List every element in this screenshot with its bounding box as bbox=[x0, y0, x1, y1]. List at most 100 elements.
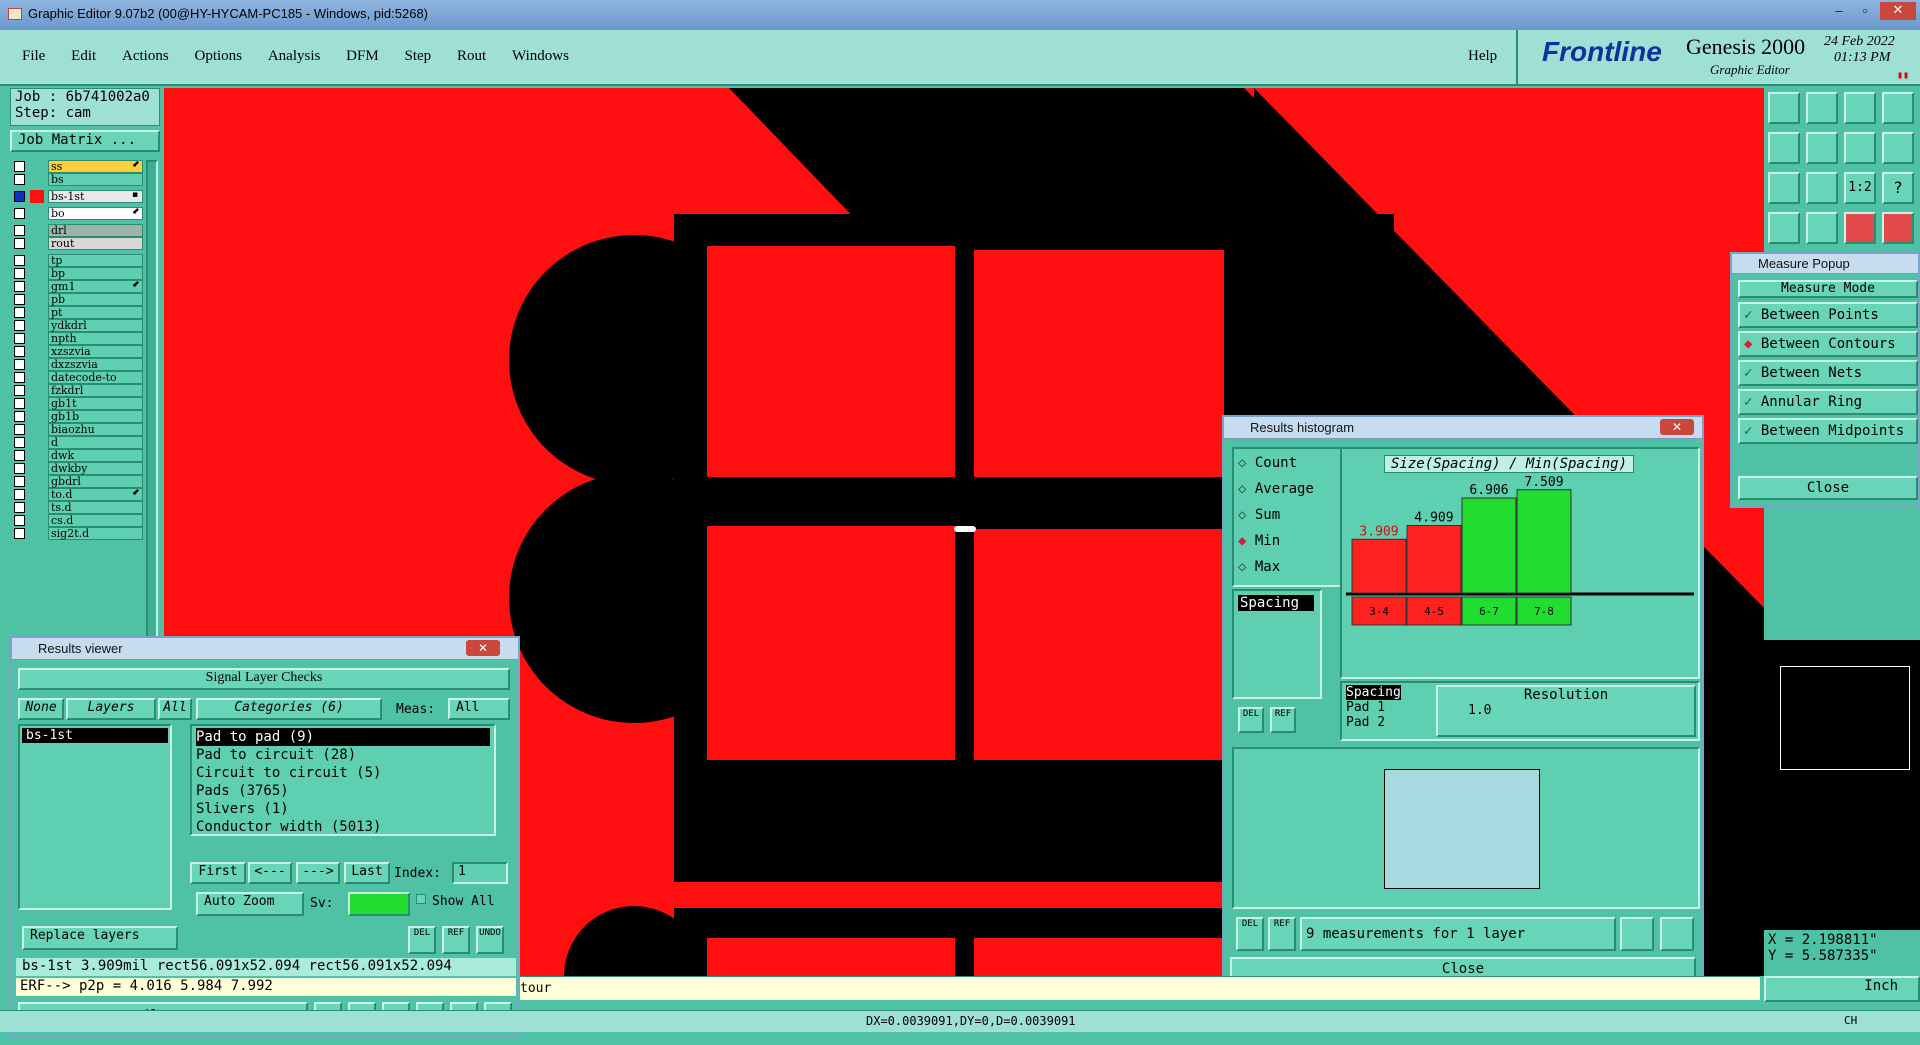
layer-row-drl[interactable]: drl bbox=[12, 224, 143, 237]
layer-result-item[interactable]: bs-1st bbox=[22, 728, 168, 743]
rv-undo-icon[interactable]: UNDO bbox=[476, 926, 504, 954]
layer-row-gbdrl[interactable]: gbdrl bbox=[12, 475, 143, 488]
histogram-ref-icon[interactable]: REF bbox=[1270, 707, 1296, 733]
measure-icon[interactable] bbox=[1768, 212, 1800, 244]
layer-checkbox[interactable] bbox=[14, 450, 25, 461]
layer-row-gb1b[interactable]: gb1b bbox=[12, 410, 143, 423]
category-item[interactable]: Conductor width (5013) bbox=[196, 818, 490, 836]
flip-icon[interactable] bbox=[1844, 132, 1876, 164]
category-item[interactable]: Circuit to circuit (5) bbox=[196, 764, 490, 782]
rv-ref-icon[interactable]: REF bbox=[442, 926, 470, 954]
fit-icon[interactable] bbox=[1768, 172, 1800, 204]
job-matrix-button[interactable]: Job Matrix ... bbox=[10, 130, 160, 152]
layer-checkbox[interactable] bbox=[14, 476, 25, 487]
layer-row-pt[interactable]: pt bbox=[12, 306, 143, 319]
histogram-option[interactable]: ◇ Count bbox=[1238, 455, 1297, 471]
layer-row-bo[interactable]: bo ⬋ bbox=[12, 207, 143, 220]
histogram-action1-icon[interactable] bbox=[1620, 917, 1654, 951]
layer-row-datecode-to[interactable]: datecode-to bbox=[12, 371, 143, 384]
menu-dfm[interactable]: DFM bbox=[346, 48, 379, 64]
layer-checkbox[interactable] bbox=[14, 385, 25, 396]
layer-checkbox[interactable] bbox=[14, 208, 25, 219]
layer-row-dwkby[interactable]: dwkby bbox=[12, 462, 143, 475]
table-item-spacing[interactable]: Spacing bbox=[1346, 685, 1401, 700]
layer-row-gm1[interactable]: gm1 ⬋ bbox=[12, 280, 143, 293]
layer-row-ydkdrl[interactable]: ydkdrl bbox=[12, 319, 143, 332]
index-input[interactable]: 1 bbox=[452, 862, 508, 884]
histogram-close-icon[interactable]: ✕ bbox=[1660, 419, 1694, 435]
layer-checkbox[interactable] bbox=[14, 161, 25, 172]
histogram-action2-icon[interactable] bbox=[1660, 917, 1694, 951]
one-to-one-icon[interactable]: 1:2 bbox=[1844, 172, 1876, 204]
net-highlight2-icon[interactable] bbox=[1882, 212, 1914, 244]
layer-row-tp[interactable]: tp bbox=[12, 254, 143, 267]
menu-step[interactable]: Step bbox=[405, 48, 432, 64]
measure-option[interactable]: ✓ Annular Ring bbox=[1738, 389, 1918, 415]
layer-checkbox[interactable] bbox=[14, 398, 25, 409]
replace-layers-dropdown[interactable]: Replace layers bbox=[22, 926, 178, 950]
zoom-window-icon[interactable] bbox=[1882, 92, 1914, 124]
histogram-del2-icon[interactable]: DEL bbox=[1236, 917, 1264, 951]
meas-dropdown[interactable]: All bbox=[448, 698, 510, 720]
close-window-button[interactable]: ✕ bbox=[1880, 2, 1916, 20]
layer-row-ts-d[interactable]: ts.d bbox=[12, 501, 143, 514]
none-button[interactable]: None bbox=[18, 698, 64, 720]
layer-checkbox[interactable] bbox=[14, 437, 25, 448]
layer-checkbox[interactable] bbox=[14, 359, 25, 370]
measure-option[interactable]: ✓ Between Points bbox=[1738, 302, 1918, 328]
layer-row-to-d[interactable]: to.d ⬋ bbox=[12, 488, 143, 501]
prev-button[interactable]: <--- bbox=[248, 862, 292, 884]
fit-all-icon[interactable] bbox=[1806, 172, 1838, 204]
layer-checkbox[interactable] bbox=[14, 346, 25, 357]
menu-analysis[interactable]: Analysis bbox=[268, 48, 321, 64]
layer-checkbox[interactable] bbox=[14, 515, 25, 526]
category-item[interactable]: Pads (3765) bbox=[196, 782, 490, 800]
layers-button[interactable]: Layers bbox=[66, 698, 156, 720]
layer-row-bs[interactable]: bs bbox=[12, 173, 143, 186]
chart-bar[interactable] bbox=[1461, 497, 1517, 594]
layer-checkbox[interactable] bbox=[14, 191, 25, 202]
layer-row-npth[interactable]: npth bbox=[12, 332, 143, 345]
table-item-pad1[interactable]: Pad 1 bbox=[1346, 700, 1401, 715]
pan-left-icon[interactable] bbox=[1768, 132, 1800, 164]
layer-row-cs-d[interactable]: cs.d bbox=[12, 514, 143, 527]
layer-list-scrollbar[interactable] bbox=[146, 160, 158, 640]
menu-rout[interactable]: Rout bbox=[457, 48, 486, 64]
show-all-checkbox[interactable] bbox=[416, 894, 426, 904]
categories-button[interactable]: Categories (6) bbox=[196, 698, 382, 720]
layer-checkbox[interactable] bbox=[14, 424, 25, 435]
overview-map[interactable] bbox=[1764, 640, 1920, 930]
layer-checkbox[interactable] bbox=[14, 528, 25, 539]
histogram-del-icon[interactable]: DEL bbox=[1238, 707, 1264, 733]
net-highlight-icon[interactable] bbox=[1844, 212, 1876, 244]
histogram-option[interactable]: ◇ Max bbox=[1238, 559, 1280, 575]
layer-row-pb[interactable]: pb bbox=[12, 293, 143, 306]
layer-checkbox[interactable] bbox=[14, 320, 25, 331]
grid-icon[interactable] bbox=[1806, 212, 1838, 244]
layer-checkbox[interactable] bbox=[14, 238, 25, 249]
menu-windows[interactable]: Windows bbox=[512, 48, 569, 64]
layer-checkbox[interactable] bbox=[14, 281, 25, 292]
layer-row-ss[interactable]: ss ⬋ bbox=[12, 160, 143, 173]
results-viewer-close-icon[interactable]: ✕ bbox=[466, 640, 500, 656]
layer-row-rout[interactable]: rout bbox=[12, 237, 143, 250]
layer-checkbox[interactable] bbox=[14, 255, 25, 266]
measure-option[interactable]: ◆ Between Contours bbox=[1738, 331, 1918, 357]
rv-del-icon[interactable]: DEL bbox=[408, 926, 436, 954]
histogram-option[interactable]: ◆ Min bbox=[1238, 533, 1280, 549]
layer-row-biaozhu[interactable]: biaozhu bbox=[12, 423, 143, 436]
layer-row-dxzszvia[interactable]: dxzszvia bbox=[12, 358, 143, 371]
snap-icon[interactable] bbox=[1882, 132, 1914, 164]
measure-option[interactable]: ✓ Between Nets bbox=[1738, 360, 1918, 386]
layer-checkbox[interactable] bbox=[14, 225, 25, 236]
menu-edit[interactable]: Edit bbox=[71, 48, 96, 64]
menu-help[interactable]: Help bbox=[1468, 48, 1497, 65]
layer-row-sig2t-d[interactable]: sig2t.d bbox=[12, 527, 143, 540]
layer-row-bs-1st[interactable]: bs-1st ▪ bbox=[12, 190, 143, 203]
menu-options[interactable]: Options bbox=[195, 48, 243, 64]
layer-checkbox[interactable] bbox=[14, 411, 25, 422]
table-item-pad2[interactable]: Pad 2 bbox=[1346, 715, 1401, 730]
zoom-in-icon[interactable] bbox=[1806, 92, 1838, 124]
auto-zoom-dropdown[interactable]: Auto Zoom bbox=[196, 892, 304, 916]
histogram-option[interactable]: ◇ Average bbox=[1238, 481, 1314, 497]
